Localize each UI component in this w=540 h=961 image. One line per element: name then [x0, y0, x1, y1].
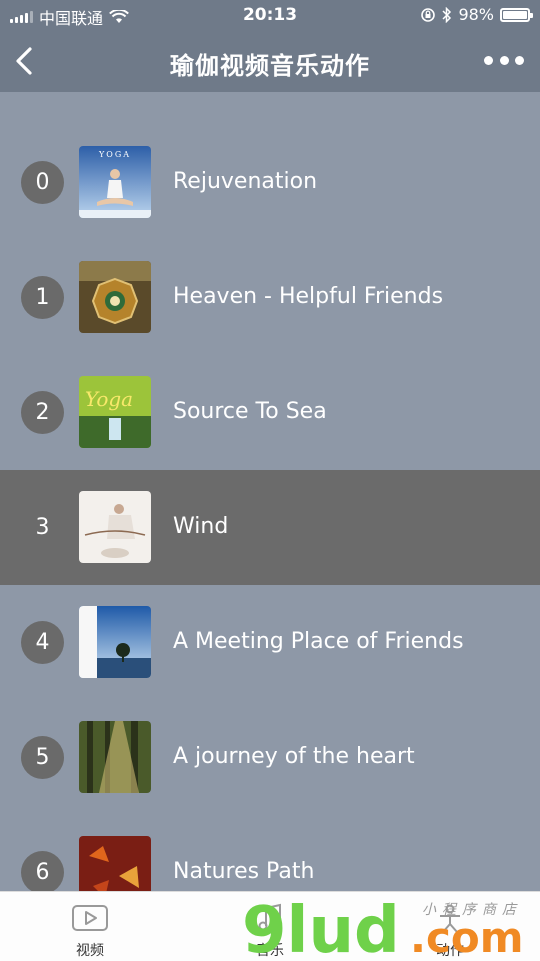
track-title: Source To Sea	[173, 399, 327, 424]
track-list: 0 YOGA Rejuvenation 1 Heaven - Helpful F…	[0, 125, 540, 930]
track-row[interactable]: 5 A journey of the heart	[0, 700, 540, 815]
track-row[interactable]: 1 Heaven - Helpful Friends	[0, 240, 540, 355]
track-row[interactable]: 0 YOGA Rejuvenation	[0, 125, 540, 240]
rotation-lock-icon	[421, 7, 436, 22]
more-dot-icon	[499, 55, 509, 65]
album-cover	[79, 721, 151, 793]
track-title: Heaven - Helpful Friends	[173, 284, 444, 309]
status-right: 98%	[420, 5, 533, 24]
tab-music[interactable]: 音乐	[180, 892, 360, 961]
battery-icon	[500, 7, 533, 22]
more-button[interactable]	[484, 52, 524, 68]
album-cover: Yoga	[79, 376, 151, 448]
tab-label: 动作	[436, 943, 464, 959]
nav-bar: 瑜伽视频音乐动作	[0, 30, 540, 92]
tab-bar: 视频 音乐 动作	[0, 891, 540, 961]
album-cover: YOGA	[79, 146, 151, 218]
track-title: Wind	[173, 514, 229, 539]
album-cover	[79, 261, 151, 333]
more-dot-icon	[515, 55, 524, 65]
tab-label: 音乐	[256, 943, 284, 959]
track-index: 0	[21, 161, 64, 204]
more-dot-icon	[484, 55, 493, 65]
track-row[interactable]: 4 A Meeting Place of Friends	[0, 585, 540, 700]
track-index: 3	[35, 515, 50, 540]
track-title: A Meeting Place of Friends	[173, 629, 464, 654]
track-row-active[interactable]: 3 Wind	[0, 470, 540, 585]
track-title: Natures Path	[173, 859, 315, 884]
track-index: 5	[21, 736, 64, 779]
tab-video[interactable]: 视频	[0, 892, 180, 961]
page-title: 瑜伽视频音乐动作	[170, 52, 370, 80]
action-icon	[440, 904, 460, 933]
album-cover	[79, 606, 151, 678]
battery-percent: 98%	[458, 5, 494, 24]
track-index: 1	[21, 276, 64, 319]
track-index: 2	[21, 391, 64, 434]
track-title: Rejuvenation	[173, 169, 318, 194]
cover-title: Yoga	[85, 387, 133, 411]
track-row[interactable]: 2 Yoga Source To Sea	[0, 355, 540, 470]
tab-action[interactable]: 动作	[360, 892, 540, 961]
cover-title: YOGA	[98, 150, 131, 159]
music-icon	[258, 903, 282, 931]
track-index: 6	[21, 851, 64, 894]
track-title: A journey of the heart	[173, 744, 415, 769]
video-icon	[72, 905, 108, 931]
battery-fill	[503, 10, 527, 19]
status-bar: 中国联通 20:13 98%	[0, 0, 540, 30]
bluetooth-icon	[442, 6, 452, 23]
track-index: 4	[21, 621, 64, 664]
album-cover	[79, 491, 151, 563]
tab-label: 视频	[76, 943, 104, 959]
